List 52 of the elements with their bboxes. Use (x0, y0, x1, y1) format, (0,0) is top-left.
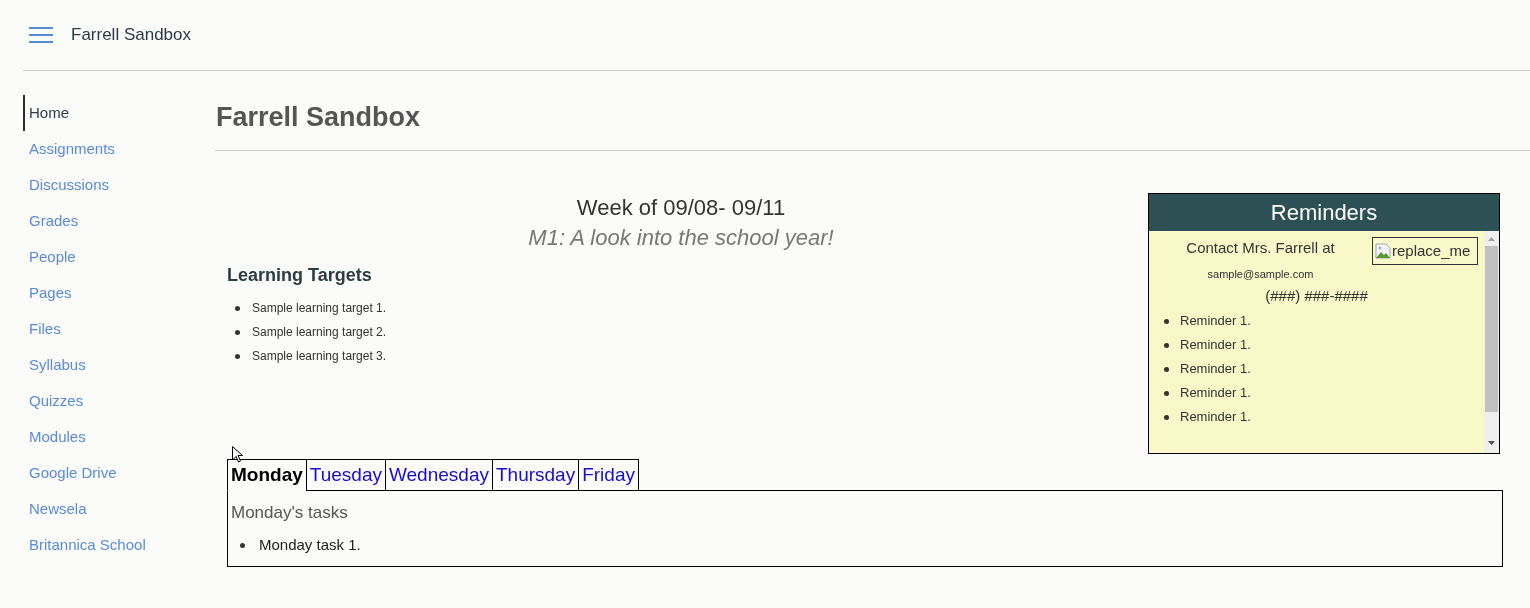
nav-link[interactable]: Files (23, 311, 61, 347)
scrollbar-thumb[interactable] (1485, 246, 1498, 412)
broken-image-icon (1375, 243, 1391, 259)
day-tab[interactable]: Monday (227, 459, 307, 491)
module-subtitle: M1: A look into the school year! (527, 224, 835, 252)
section-heading: Learning Targets (227, 264, 372, 287)
contact-text: Contact Mrs. Farrell at (1186, 238, 1335, 258)
nav-link[interactable]: Assignments (23, 131, 115, 167)
reminder-item: Reminder 1. (1180, 384, 1251, 403)
nav-link[interactable]: Discussions (23, 167, 110, 203)
nav-link[interactable]: Pages (23, 275, 72, 311)
nav-link[interactable]: Grades (23, 203, 79, 239)
reminder-item: Reminder 1. (1180, 312, 1251, 331)
phone-text: (###) ###-#### (1265, 286, 1368, 306)
week-heading: Week of 09/08- 09/11 (575, 194, 787, 222)
menu-icon[interactable] (29, 27, 53, 43)
scroll-down-icon[interactable] (1488, 441, 1495, 445)
nav-link[interactable]: Home (23, 95, 69, 131)
bullet-icon (1164, 342, 1169, 348)
bullet-icon (240, 542, 245, 548)
reminder-item: Reminder 1. (1180, 336, 1251, 355)
reminders-title: Reminders (1270, 199, 1378, 227)
bullet-icon (235, 329, 240, 335)
nav-link[interactable]: People (23, 239, 76, 275)
learning-target: Sample learning target 3. (252, 348, 387, 365)
bullet-icon (1164, 366, 1169, 372)
learning-target: Sample learning target 2. (252, 324, 387, 341)
reminder-item: Reminder 1. (1180, 360, 1251, 379)
bullet-icon (1164, 390, 1169, 396)
bullet-icon (1164, 318, 1169, 324)
bullet-icon (235, 305, 240, 311)
nav-link[interactable]: Modules (23, 419, 86, 455)
page-title: Farrell Sandbox (215, 101, 422, 134)
day-tab[interactable]: Tuesday (305, 459, 386, 491)
learning-target: Sample learning target 1. (252, 300, 387, 317)
scrollbar[interactable] (1484, 231, 1499, 453)
nav-link[interactable]: Google Drive (23, 455, 117, 491)
image-alt-text: replace_me (1392, 240, 1471, 261)
nav-link[interactable]: Syllabus (23, 347, 86, 383)
nav-link[interactable]: Newsela (23, 491, 87, 527)
email-text: sample@sample.com (1207, 267, 1314, 281)
reminder-item: Reminder 1. (1180, 408, 1251, 427)
day-tab[interactable]: Friday (578, 459, 639, 491)
nav-link[interactable]: Quizzes (23, 383, 84, 419)
scroll-up-icon[interactable] (1488, 237, 1495, 241)
course-title: Farrell Sandbox (71, 24, 191, 47)
bullet-icon (235, 353, 240, 359)
task-item: Monday task 1. (259, 534, 361, 555)
mouse-pointer-icon (232, 446, 243, 463)
nav-link[interactable]: Britannica School (23, 527, 146, 563)
panel-heading: Monday's tasks (231, 502, 348, 524)
bullet-icon (1164, 414, 1169, 420)
